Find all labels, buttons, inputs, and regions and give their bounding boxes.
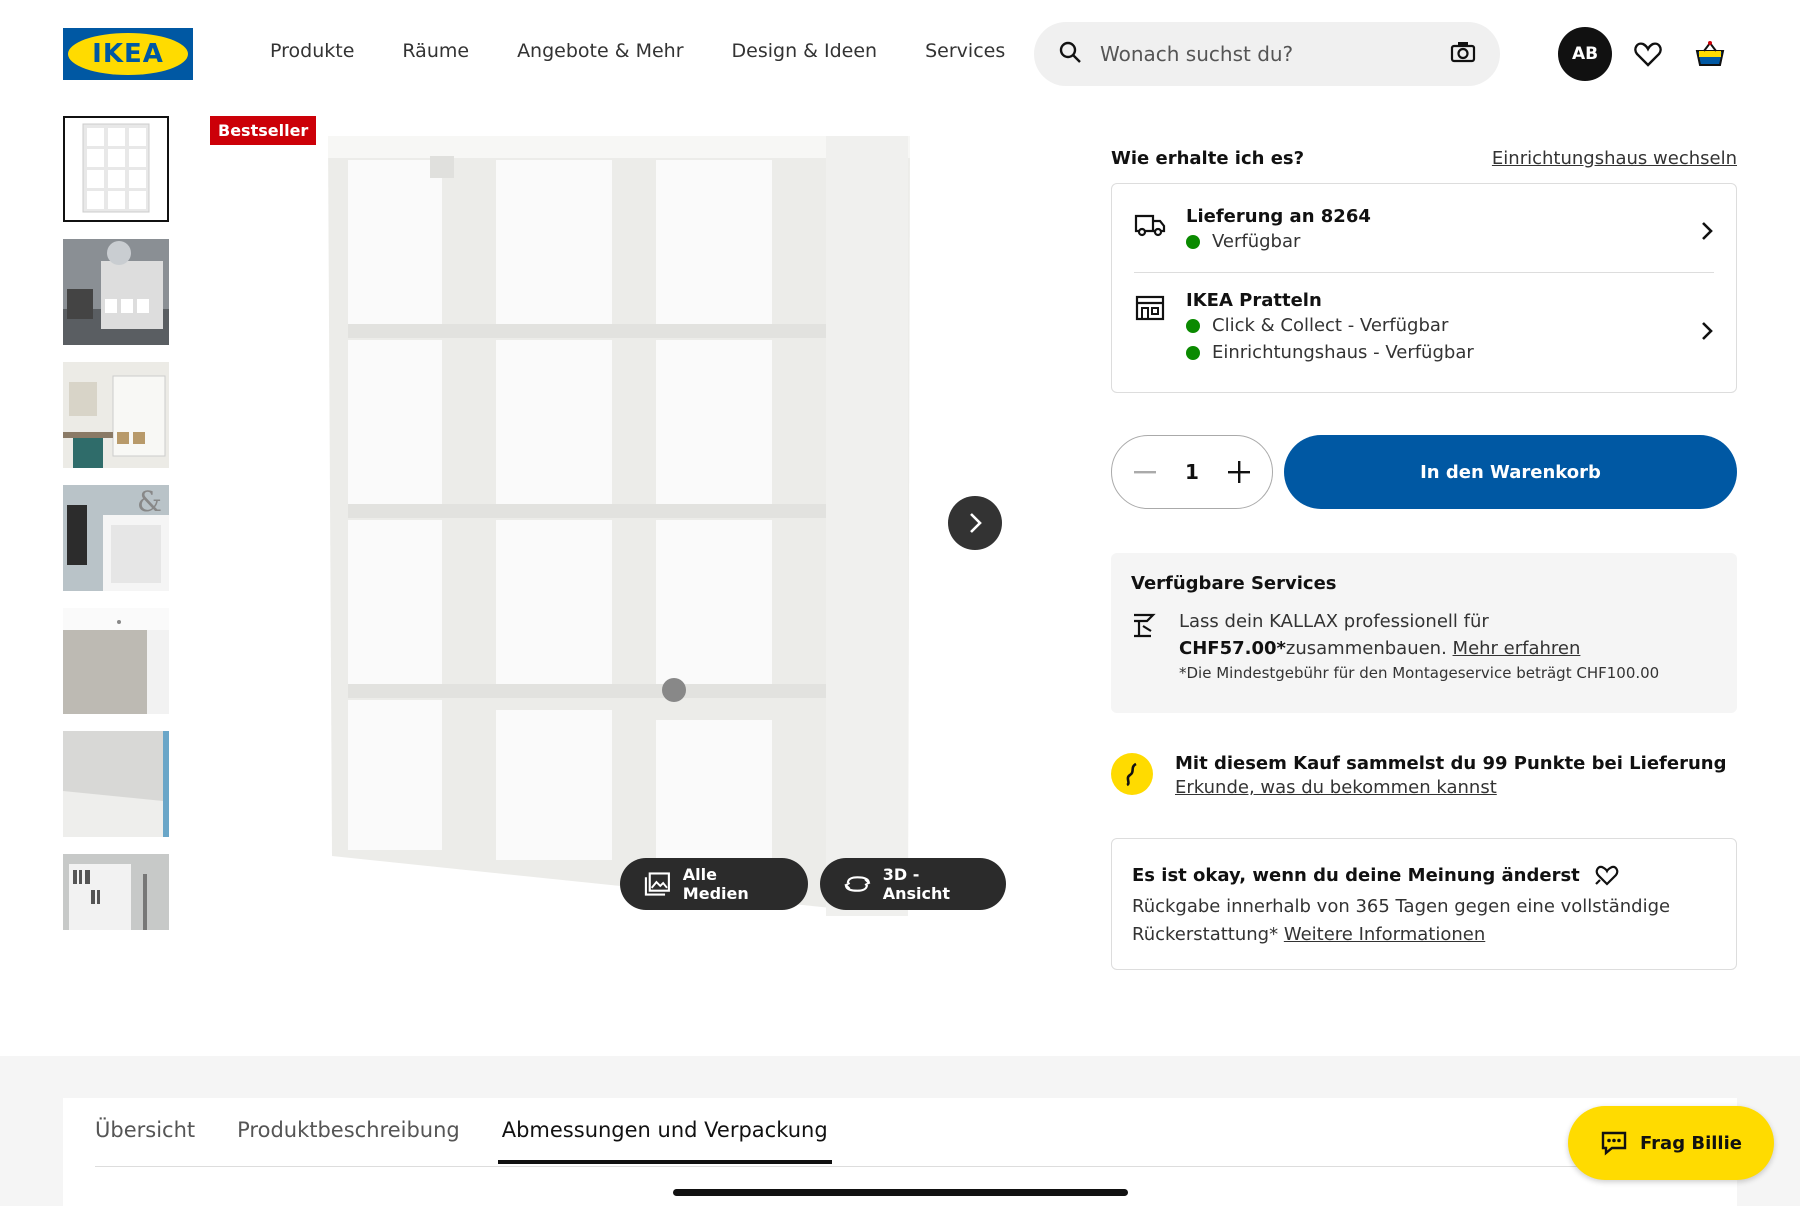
nav-item-produkte[interactable]: Produkte [270,40,354,62]
add-to-cart-button[interactable]: In den Warenkorb [1284,435,1737,509]
thumbnail-3[interactable] [63,362,169,468]
tab-produktbeschreibung[interactable]: Produktbeschreibung [237,1118,460,1162]
services-text-post: zusammenbauen. [1285,638,1447,659]
ikea-logo[interactable]: IKEA [63,28,193,80]
nav-item-angebote[interactable]: Angebote & Mehr [517,40,683,62]
next-image-button[interactable] [948,496,1002,550]
delivery-options: Lieferung an 8264 Verfügbar IKEA Prattel… [1111,183,1737,393]
services-heading: Verfügbare Services [1131,573,1337,594]
points-link[interactable]: Erkunde, was du bekommen kannst [1175,777,1726,798]
store-icon [1135,295,1165,321]
home-indicator [673,1189,1128,1196]
return-policy: Es ist okay, wenn du deine Meinung änder… [1111,838,1737,970]
heart-icon[interactable] [1628,34,1668,74]
return-text: Rückgabe innerhalb von 365 Tagen gegen e… [1132,893,1716,949]
heart-return-icon [1595,865,1619,886]
search-input[interactable] [1100,42,1450,66]
services-box: Verfügbare Services Lass dein KALLAX pro… [1111,553,1737,713]
bestseller-badge: Bestseller [210,116,317,145]
minus-icon[interactable] [1134,470,1156,474]
ship-title: Lieferung an 8264 [1186,206,1371,227]
nav-item-services[interactable]: Services [925,40,1005,62]
return-title-row: Es ist okay, wenn du deine Meinung änder… [1132,863,1716,887]
services-row: Lass dein KALLAX professionell für CHF57… [1131,608,1717,682]
product-image [328,136,910,916]
chat-label: Frag Billie [1640,1132,1742,1154]
product-tabs: Übersicht Produktbeschreibung Abmessunge… [95,1118,870,1164]
store-house-status: Einrichtungshaus - Verfügbar [1212,342,1474,363]
quantity-row: 1 In den Warenkorb [1111,435,1737,509]
services-text: Lass dein KALLAX professionell für CHF57… [1179,608,1659,662]
services-price: CHF57.00* [1179,638,1286,659]
camera-icon[interactable] [1450,40,1476,68]
site-header: IKEA Produkte Räume Angebote & Mehr Desi… [0,0,1800,108]
delivery-header: Wie erhalte ich es? Einrichtungshaus wec… [1111,148,1737,169]
store-click-line: Click & Collect - Verfügbar [1186,315,1474,336]
ship-status: Verfügbar [1212,231,1301,252]
view-3d-label: 3D -Ansicht [882,865,951,903]
available-dot [1186,234,1200,249]
user-avatar[interactable]: AB [1558,27,1612,81]
store-click-status: Click & Collect - Verfügbar [1212,315,1449,336]
chevron-right-icon [1702,322,1713,340]
quantity-value[interactable]: 1 [1185,460,1199,484]
change-store-link[interactable]: Einrichtungshaus wechseln [1492,148,1737,169]
chevron-right-icon [1702,222,1713,240]
thumbnail-7[interactable] [63,854,169,930]
thumbnail-6[interactable] [63,731,169,837]
all-media-button[interactable]: Alle Medien [620,858,808,910]
store-title: IKEA Pratteln [1186,290,1322,311]
chat-billie-button[interactable]: Frag Billie [1568,1106,1774,1180]
thumbnail-2[interactable] [63,239,169,345]
return-title: Es ist okay, wenn du deine Meinung änder… [1132,864,1580,886]
thumbnail-1[interactable] [63,116,169,222]
gallery-icon [644,872,670,896]
assembly-icon [1134,613,1156,638]
search-icon [1058,40,1082,68]
services-note: *Die Mindestgebühr für den Montageservic… [1179,664,1660,682]
logo-text: IKEA [92,39,164,69]
product-gallery: Bestseller Alle Medien 3D -Ansicht [210,116,1025,916]
purchase-panel: Wie erhalte ich es? Einrichtungshaus wec… [1111,116,1737,970]
nav-item-raeume[interactable]: Räume [402,40,469,62]
available-dot [1186,318,1200,333]
available-dot [1186,345,1200,360]
services-more-link[interactable]: Mehr erfahren [1453,638,1581,659]
truck-icon [1134,214,1166,237]
logo-oval: IKEA [68,33,188,75]
tabs-divider [95,1166,1705,1167]
ship-status-line: Verfügbar [1186,231,1371,252]
all-media-label: Alle Medien [682,865,749,903]
tab-uebersicht[interactable]: Übersicht [95,1118,195,1162]
chevron-right-icon [970,513,982,533]
services-text-pre: Lass dein KALLAX professionell für [1179,611,1489,632]
main-nav: Produkte Räume Angebote & Mehr Design & … [270,40,1053,62]
svg-text:&: & [137,485,162,518]
cart-icon[interactable] [1690,34,1730,74]
thumbnail-5[interactable] [63,608,169,714]
family-points-icon [1111,753,1153,795]
chat-icon [1601,1131,1627,1156]
delivery-heading: Wie erhalte ich es? [1111,148,1305,169]
quantity-stepper: 1 [1111,435,1273,509]
return-text-line2: Rückerstattung* [1132,924,1279,945]
thumbnail-4[interactable]: & [63,485,169,591]
tab-abmessungen[interactable]: Abmessungen und Verpackung [497,1118,832,1164]
divider [1134,272,1714,273]
store-house-line: Einrichtungshaus - Verfügbar [1186,342,1474,363]
search-bar [1034,22,1500,86]
plus-icon[interactable] [1227,461,1250,483]
return-more-link[interactable]: Weitere Informationen [1284,924,1485,945]
thumbnail-list: & [63,116,169,947]
return-text-line1: Rückgabe innerhalb von 365 Tagen gegen e… [1132,896,1671,917]
nav-item-design[interactable]: Design & Ideen [732,40,878,62]
delivery-option-ship[interactable]: Lieferung an 8264 Verfügbar [1134,206,1714,252]
points-title: Mit diesem Kauf sammelst du 99 Punkte be… [1175,753,1727,774]
delivery-option-store[interactable]: IKEA Pratteln Click & Collect - Verfügba… [1134,290,1714,363]
view-3d-button[interactable]: 3D -Ansicht [820,858,1006,910]
loyalty-points: Mit diesem Kauf sammelst du 99 Punkte be… [1111,753,1737,798]
rotate-3d-icon [844,876,871,892]
